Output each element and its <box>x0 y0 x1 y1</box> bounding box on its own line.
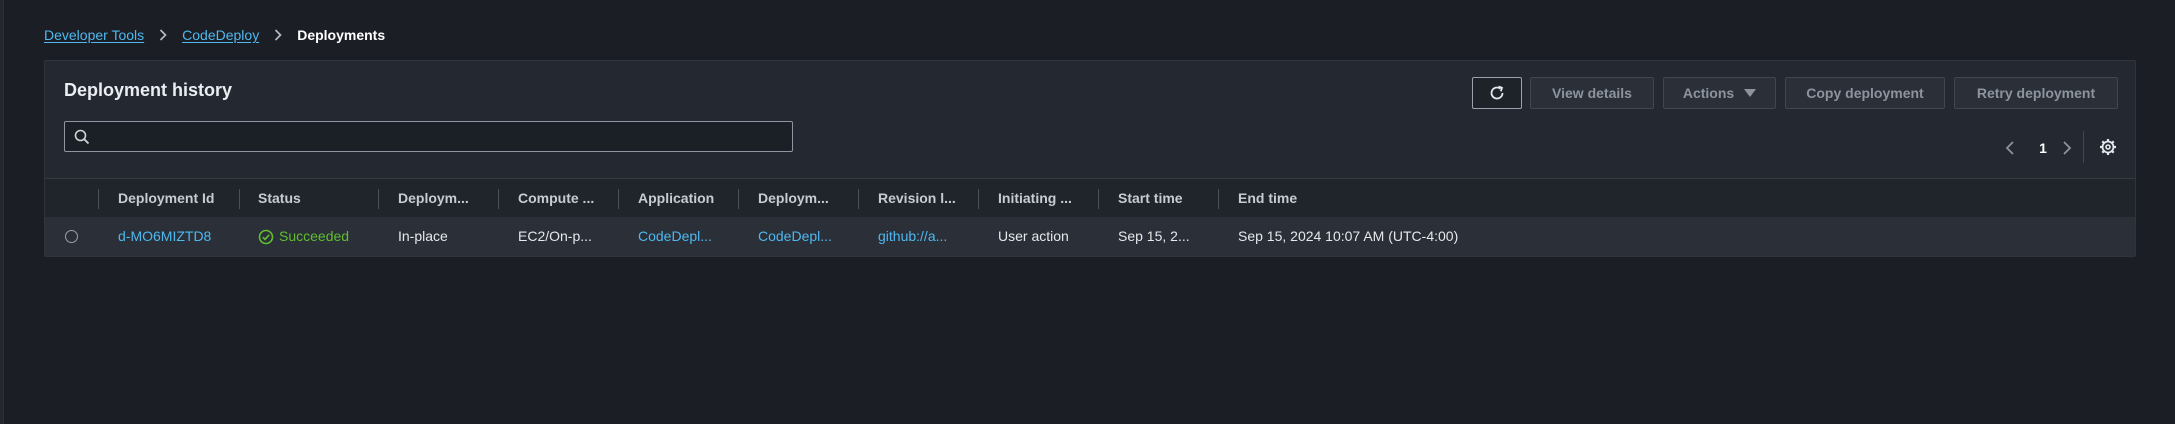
column-divider <box>1098 189 1099 209</box>
column-divider <box>978 189 979 209</box>
column-divider <box>239 189 240 209</box>
table-header: Deployment Id Status Deploym... Compute … <box>45 178 2135 218</box>
chevron-left-icon[interactable] <box>2004 137 2016 164</box>
retry-deployment-button[interactable]: Retry deployment <box>1954 77 2118 109</box>
breadcrumb-developer-tools[interactable]: Developer Tools <box>44 27 144 43</box>
table-row[interactable]: d-MO6MIZTD8 Succeeded In-place EC2/On-p.… <box>45 217 2135 256</box>
status-badge: Succeeded <box>258 217 368 256</box>
panel-title: Deployment history <box>64 80 233 100</box>
column-divider <box>858 189 859 209</box>
actions-label: Actions <box>1682 85 1735 101</box>
column-divider <box>98 189 99 209</box>
column-header-initiating-event[interactable]: Initiating ... <box>998 179 1098 217</box>
search-field[interactable] <box>64 121 793 153</box>
column-divider <box>618 189 619 209</box>
status-text: Succeeded <box>279 228 350 244</box>
end-time-cell: Sep 15, 2024 10:07 AM (UTC-4:00) <box>1238 228 1459 244</box>
column-header-deployment-group[interactable]: Deploym... <box>758 179 858 217</box>
deployment-group-link[interactable]: CodeDepl... <box>758 217 858 256</box>
column-header-compute-platform[interactable]: Compute ... <box>518 179 618 217</box>
column-header-start-time[interactable]: Start time <box>1118 179 1218 217</box>
search-icon <box>74 129 90 145</box>
column-header-end-time[interactable]: End time <box>1238 179 1438 217</box>
actions-dropdown-button[interactable]: Actions <box>1663 77 1776 109</box>
column-header-deployment-type[interactable]: Deploym... <box>398 179 498 217</box>
search-input[interactable] <box>99 122 783 153</box>
current-page-number[interactable]: 1 <box>2035 137 2051 159</box>
application-link[interactable]: CodeDepl... <box>638 217 738 256</box>
row-select-radio[interactable] <box>65 230 78 243</box>
breadcrumb: Developer Tools CodeDeploy Deployments <box>44 24 385 46</box>
initiating-event-cell: User action <box>998 228 1069 244</box>
start-time-cell: Sep 15, 2... <box>1118 228 1190 244</box>
compute-platform-cell: EC2/On-p... <box>518 228 592 244</box>
side-nav-edge <box>0 0 4 424</box>
column-header-status[interactable]: Status <box>258 179 358 217</box>
column-divider <box>378 189 379 209</box>
deployment-id-link[interactable]: d-MO6MIZTD8 <box>118 217 228 256</box>
chevron-right-icon[interactable] <box>2061 137 2073 164</box>
status-succeeded: Succeeded <box>258 217 368 256</box>
refresh-button[interactable] <box>1472 77 1522 109</box>
column-header-deployment-id[interactable]: Deployment Id <box>118 179 218 217</box>
copy-deployment-button[interactable]: Copy deployment <box>1785 77 1945 109</box>
deployment-type-cell: In-place <box>398 228 448 244</box>
chevron-right-icon <box>159 29 167 41</box>
breadcrumb-codedeploy[interactable]: CodeDeploy <box>182 27 259 43</box>
column-divider <box>1218 189 1219 209</box>
column-divider <box>738 189 739 209</box>
chevron-right-icon <box>274 29 282 41</box>
breadcrumb-current-page: Deployments <box>297 27 386 43</box>
revision-location-link[interactable]: github://a... <box>878 217 978 256</box>
deployment-history-panel: Deployment history View details Actions … <box>44 60 2136 257</box>
column-header-revision-location[interactable]: Revision l... <box>878 179 978 217</box>
view-details-button[interactable]: View details <box>1530 77 1654 109</box>
column-divider <box>498 189 499 209</box>
refresh-icon <box>1490 85 1504 100</box>
check-circle-icon <box>258 229 274 244</box>
pagination-divider <box>2083 131 2084 163</box>
caret-down-icon <box>1744 89 1757 97</box>
settings-gear-icon[interactable] <box>2097 136 2119 163</box>
column-header-application[interactable]: Application <box>638 179 738 217</box>
